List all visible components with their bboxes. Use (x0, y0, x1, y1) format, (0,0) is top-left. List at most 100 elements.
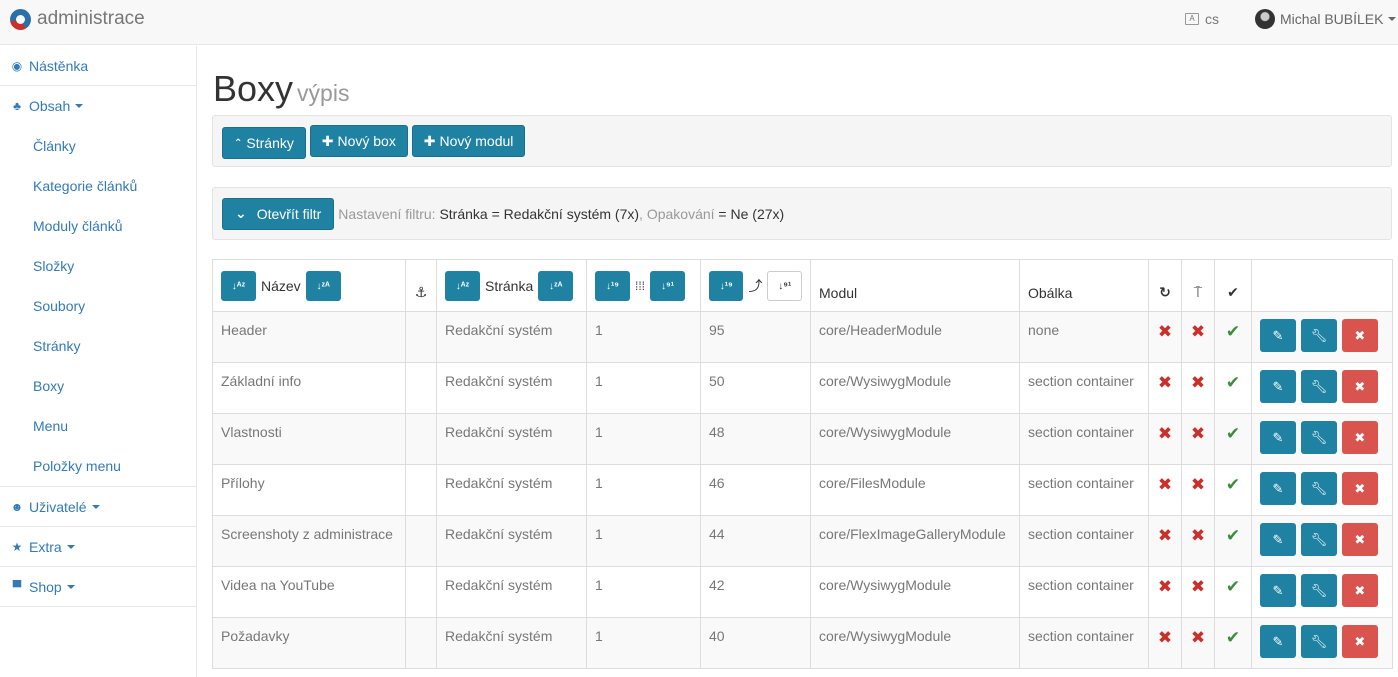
content-submenu: Články Kategorie článků Moduly článků Sl… (0, 126, 196, 487)
cell-pin: ✖ (1181, 464, 1215, 516)
cross-icon[interactable]: ✖ (1191, 424, 1205, 443)
cell-page: Redakční systém (436, 566, 587, 618)
cell-name: Vlastnosti (212, 413, 406, 465)
check-icon[interactable]: ✔ (1226, 526, 1240, 545)
new-module-button[interactable]: ✚ Nový modul (411, 125, 526, 157)
delete-button[interactable]: ✖ (1341, 523, 1378, 556)
cell-position: 1 (586, 464, 701, 516)
settings-button[interactable]: 🔧︎ (1300, 319, 1337, 352)
cross-icon[interactable]: ✖ (1191, 577, 1205, 596)
user-menu[interactable]: Michal BUBÍLEK (1255, 9, 1397, 29)
language-switcher[interactable]: A cs (1185, 11, 1219, 27)
column-module-label: Modul (819, 285, 858, 301)
open-filter-button[interactable]: ⌄ Otevřít filtr (222, 197, 335, 230)
settings-button[interactable]: 🔧︎ (1300, 625, 1337, 658)
sidebar-item-articles[interactable]: Články (0, 126, 196, 166)
edit-button[interactable]: ✎ (1260, 319, 1296, 352)
pages-button[interactable]: ⌃ Stránky (222, 127, 306, 159)
cell-pin: ✖ (1181, 515, 1215, 567)
edit-button[interactable]: ✎ (1260, 523, 1296, 556)
cross-icon[interactable]: ✖ (1158, 475, 1172, 494)
check-icon[interactable]: ✔ (1226, 577, 1240, 596)
sidebar-item-folders[interactable]: Složky (0, 246, 196, 286)
settings-button[interactable]: 🔧︎ (1300, 574, 1337, 607)
settings-button[interactable]: 🔧︎ (1300, 370, 1337, 403)
settings-button[interactable]: 🔧︎ (1300, 421, 1337, 454)
cross-icon[interactable]: ✖ (1158, 628, 1172, 647)
cell-order: 44 (700, 515, 811, 567)
cross-icon[interactable]: ✖ (1158, 322, 1172, 341)
cross-icon[interactable]: ✖ (1191, 475, 1205, 494)
wrench-icon: 🔧︎ (1310, 480, 1328, 496)
cell-position: 1 (586, 362, 701, 414)
brand[interactable]: administrace (10, 8, 145, 30)
edit-button[interactable]: ✎ (1260, 472, 1296, 505)
sidebar-item-pages[interactable]: Stránky (0, 326, 196, 366)
cross-icon[interactable]: ✖ (1158, 424, 1172, 443)
cell-module: core/WysiwygModule (810, 413, 1020, 465)
delete-button[interactable]: ✖ (1341, 421, 1378, 454)
cross-icon[interactable]: ✖ (1191, 628, 1205, 647)
sidebar-item-boxes[interactable]: Boxy (0, 366, 196, 406)
delete-button[interactable]: ✖ (1341, 472, 1378, 505)
wrench-icon: 🔧︎ (1310, 327, 1328, 343)
delete-button[interactable]: ✖ (1341, 574, 1378, 607)
column-actions (1251, 259, 1393, 312)
sort-asc-alpha-icon[interactable]: ↓ᴬᶻ (445, 271, 480, 301)
sidebar-item-dashboard[interactable]: ◉ Nástěnka (0, 46, 196, 86)
sort-asc-alpha-icon[interactable]: ↓ᴬᶻ (221, 271, 256, 301)
sort-asc-numeric-icon[interactable]: ↓¹⁹ (595, 271, 630, 301)
sidebar-item-article-categories[interactable]: Kategorie článků (0, 166, 196, 206)
toolbar: ⌃ Stránky ✚ Nový box ✚ Nový modul (212, 115, 1392, 167)
cell-active: ✔ (1214, 566, 1252, 618)
delete-button[interactable]: ✖ (1341, 370, 1378, 403)
cell-anchor (405, 464, 437, 516)
check-icon[interactable]: ✔ (1226, 373, 1240, 392)
edit-button[interactable]: ✎ (1260, 370, 1296, 403)
sidebar-item-menu[interactable]: Menu (0, 406, 196, 446)
edit-button[interactable]: ✎ (1260, 574, 1296, 607)
pencil-icon: ✎ (1272, 378, 1284, 394)
column-order: ↓¹⁹ ⤴ ↓⁹¹ (700, 259, 811, 312)
sort-desc-numeric-icon[interactable]: ↓⁹¹ (767, 271, 802, 301)
check-icon[interactable]: ✔ (1226, 628, 1240, 647)
sidebar-item-extra[interactable]: ★ Extra (0, 527, 196, 567)
chevron-down-icon (66, 584, 75, 589)
pencil-icon: ✎ (1272, 480, 1284, 496)
edit-button[interactable]: ✎ (1260, 421, 1296, 454)
check-icon[interactable]: ✔ (1226, 322, 1240, 341)
settings-button[interactable]: 🔧︎ (1300, 523, 1337, 556)
sort-desc-numeric-icon[interactable]: ↓⁹¹ (650, 271, 686, 301)
cross-icon[interactable]: ✖ (1191, 322, 1205, 341)
cross-icon[interactable]: ✖ (1158, 373, 1172, 392)
check-icon[interactable]: ✔ (1226, 424, 1240, 443)
sidebar-item-shop[interactable]: ▀ Shop (0, 567, 196, 607)
sidebar-item-files[interactable]: Soubory (0, 286, 196, 326)
sidebar-item-content[interactable]: ♣ Obsah (0, 86, 196, 126)
filter-separator: , (639, 205, 647, 222)
cell-order: 95 (700, 311, 811, 363)
table-header-row: ↓ᴬᶻ Název ↓ᶻᴬ ⚓ ↓ᴬᶻ Stránka ↓ᶻᴬ ↓¹⁹ ⁞⁞⁞ … (212, 259, 1393, 312)
delete-button[interactable]: ✖ (1341, 319, 1378, 352)
delete-button[interactable]: ✖ (1341, 625, 1378, 658)
sidebar-item-menu-items[interactable]: Položky menu (0, 446, 196, 486)
filter-panel: ⌄ Otevřít filtr Nastavení filtru: Stránka… (212, 187, 1392, 240)
sidebar-item-article-modules[interactable]: Moduly článků (0, 206, 196, 246)
cross-icon[interactable]: ✖ (1191, 373, 1205, 392)
sort-desc-alpha-icon[interactable]: ↓ᶻᴬ (305, 271, 341, 301)
sidebar-item-users[interactable]: ☻ Uživatelé (0, 487, 196, 527)
sort-asc-numeric-icon[interactable]: ↓¹⁹ (709, 271, 744, 301)
check-icon[interactable]: ✔ (1226, 475, 1240, 494)
sort-desc-alpha-icon[interactable]: ↓ᶻᴬ (538, 271, 574, 301)
cross-icon[interactable]: ✖ (1158, 526, 1172, 545)
column-page: ↓ᴬᶻ Stránka ↓ᶻᴬ (436, 259, 587, 312)
cross-icon[interactable]: ✖ (1158, 577, 1172, 596)
cell-anchor (405, 362, 437, 414)
brand-title: administrace (37, 8, 145, 29)
cell-active: ✔ (1214, 311, 1252, 363)
cross-icon[interactable]: ✖ (1191, 526, 1205, 545)
level-up-icon: ⤴ (748, 278, 763, 294)
settings-button[interactable]: 🔧︎ (1300, 472, 1337, 505)
new-box-button[interactable]: ✚ Nový box (309, 125, 408, 157)
edit-button[interactable]: ✎ (1260, 625, 1296, 658)
